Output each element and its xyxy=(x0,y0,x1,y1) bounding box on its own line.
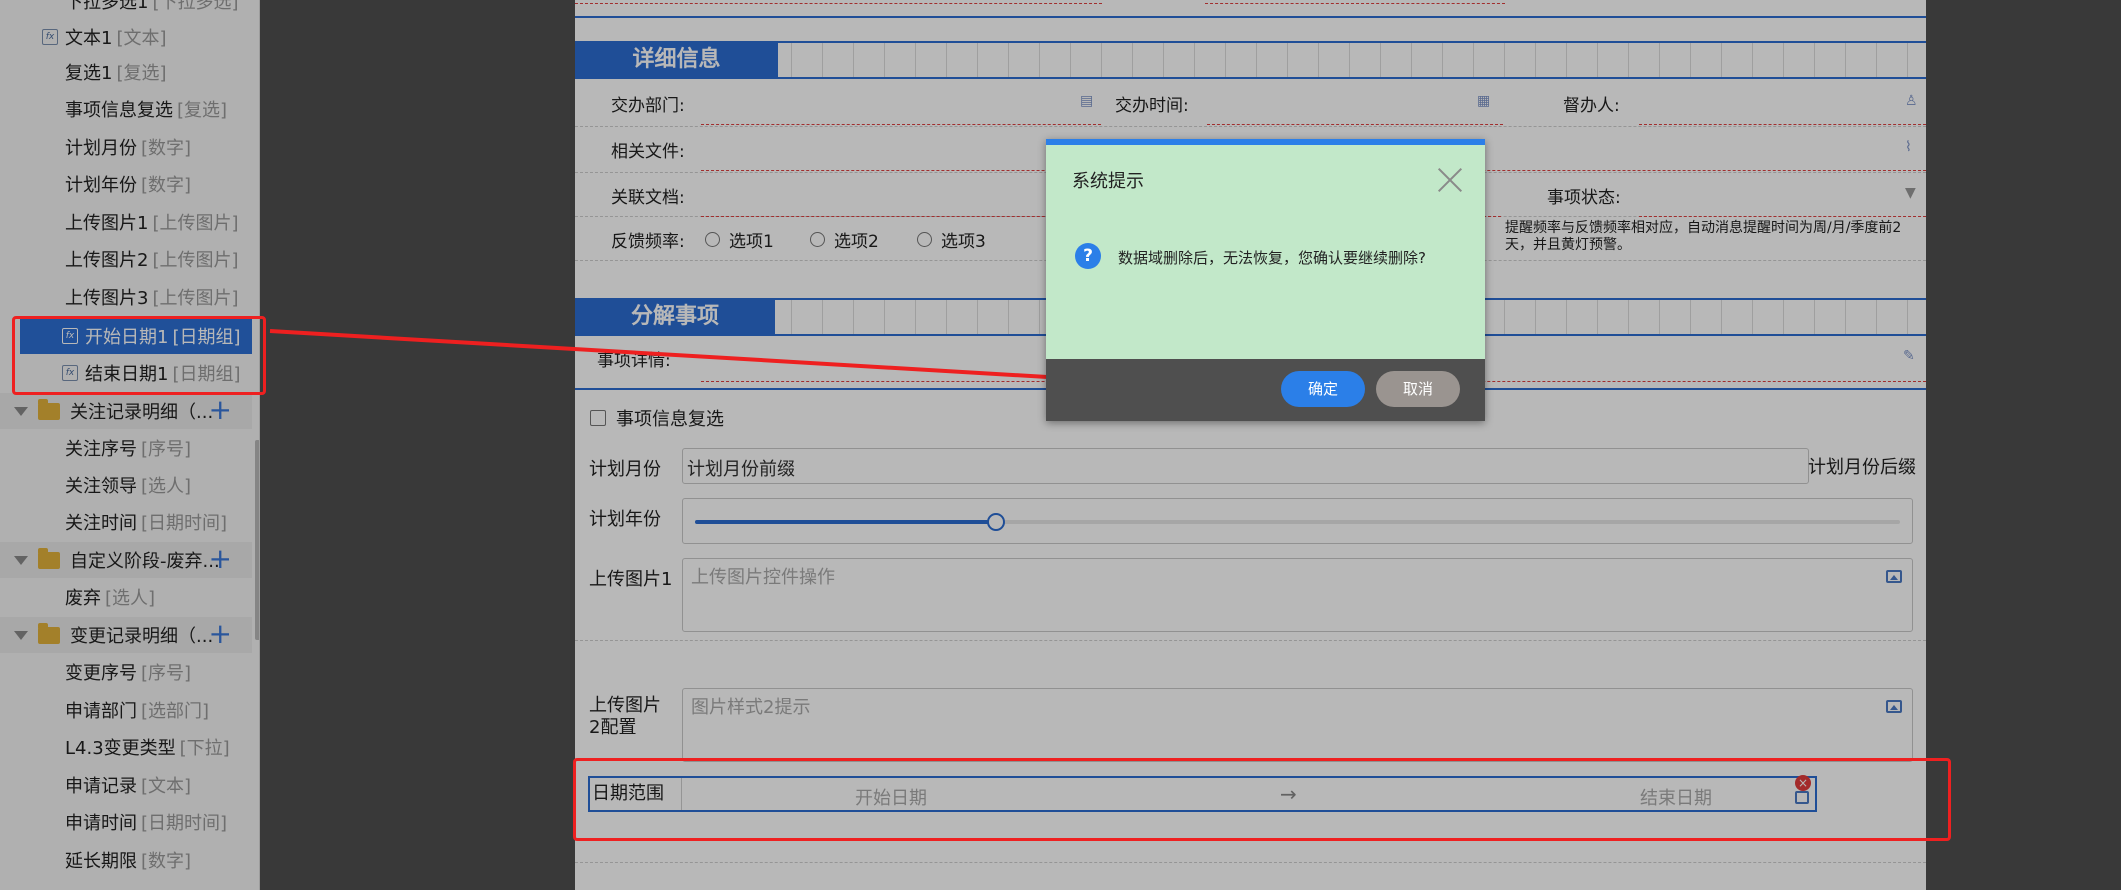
dialog-title: 系统提示 xyxy=(1072,171,1144,192)
system-dialog: 系统提示 ? 数据域删除后，无法恢复，您确认要继续删除? 确定 取消 xyxy=(1046,139,1485,421)
dialog-footer: 确定 取消 xyxy=(1046,359,1485,421)
annotation-arrow xyxy=(269,329,1253,395)
cancel-button[interactable]: 取消 xyxy=(1376,371,1460,407)
question-icon: ? xyxy=(1075,243,1101,269)
confirm-button[interactable]: 确定 xyxy=(1281,371,1365,407)
dialog-message: 数据域删除后，无法恢复，您确认要继续删除? xyxy=(1118,249,1426,267)
close-icon[interactable] xyxy=(1437,167,1463,193)
